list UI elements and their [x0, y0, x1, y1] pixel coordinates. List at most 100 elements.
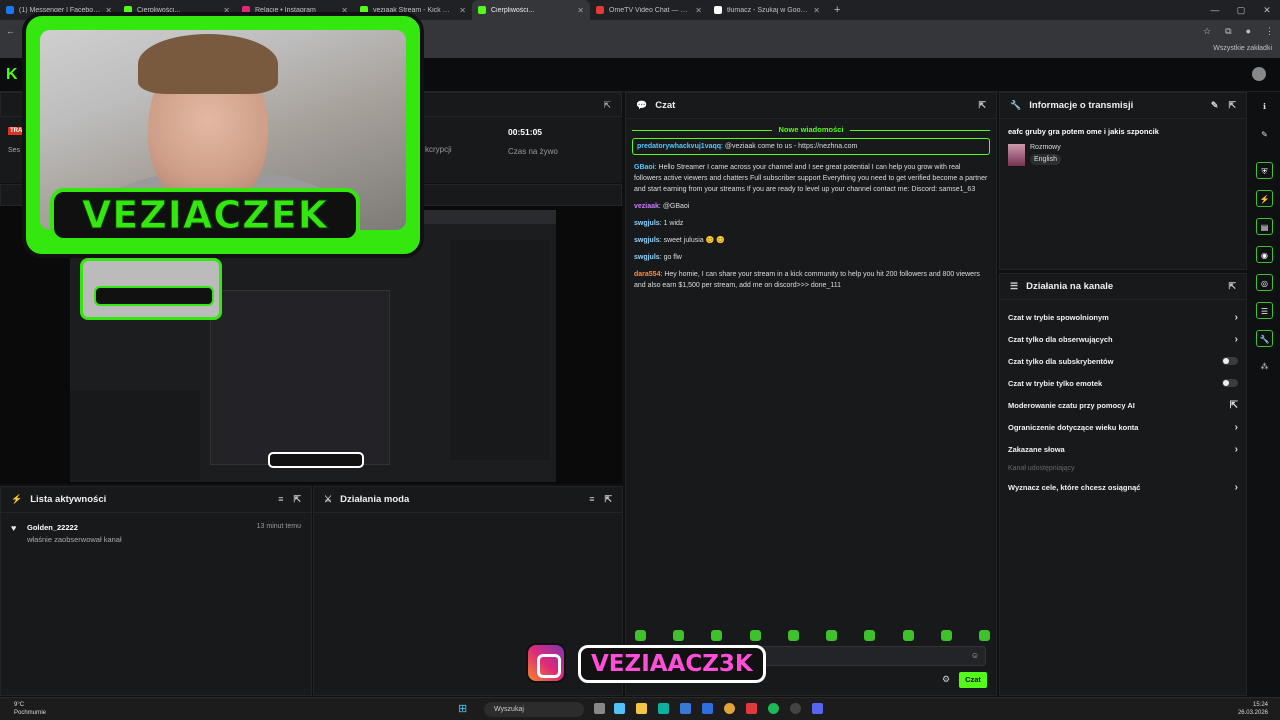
close-tab-icon[interactable]: ✕: [695, 6, 702, 15]
star-icon[interactable]: ☆: [1203, 26, 1211, 37]
extensions-icon[interactable]: ⧉: [1225, 26, 1231, 37]
close-tab-icon[interactable]: ✕: [459, 6, 466, 15]
chevron-right-icon[interactable]: ›: [1235, 444, 1238, 455]
task-view-icon[interactable]: [594, 703, 605, 714]
obs-icon[interactable]: [790, 703, 801, 714]
chat-username[interactable]: predatorywhackvuj1vaqq: [637, 143, 721, 150]
shield-icon[interactable]: ⛨: [1256, 162, 1273, 179]
channel-action-row[interactable]: Czat tylko dla subskrybentów: [1000, 350, 1246, 372]
store-icon[interactable]: [680, 703, 691, 714]
user-avatar[interactable]: [1252, 67, 1266, 81]
filter-icon[interactable]: ≡: [589, 494, 594, 505]
discord-icon[interactable]: [812, 703, 823, 714]
spotify-icon[interactable]: [768, 703, 779, 714]
chat-icon[interactable]: ◉: [1256, 246, 1273, 263]
maximize-icon[interactable]: ▢: [1228, 0, 1254, 20]
emote[interactable]: [902, 630, 914, 641]
emoji-icon[interactable]: ☺: [971, 651, 979, 660]
list-icon[interactable]: ☰: [1256, 302, 1273, 319]
info-icon[interactable]: ℹ: [1256, 98, 1273, 115]
emote[interactable]: [711, 630, 723, 641]
dots-icon[interactable]: ⁂: [1256, 358, 1273, 375]
back-icon[interactable]: ←: [6, 26, 15, 36]
minimize-icon[interactable]: —: [1202, 0, 1228, 20]
close-tab-icon[interactable]: ✕: [577, 6, 584, 15]
channel-action-row[interactable]: Czat tylko dla obserwujących ›: [1000, 328, 1246, 350]
emote[interactable]: [787, 630, 799, 641]
emote[interactable]: [864, 630, 876, 641]
chat-panel: 💬 Czat ⇱ Nowe wiadomości predatorywhackv…: [625, 92, 997, 696]
copilot-icon[interactable]: [614, 703, 625, 714]
all-bookmarks-link[interactable]: Wszystkie zakładki: [1213, 45, 1272, 52]
channel-action-row[interactable]: Czat w trybie tylko emotek: [1000, 372, 1246, 394]
profile-icon[interactable]: ●: [1246, 26, 1251, 37]
channel-action-row[interactable]: Ograniczenie dotyczące wieku konta ›: [1000, 416, 1246, 438]
chevron-right-icon[interactable]: ›: [1235, 334, 1238, 345]
chat-username[interactable]: GBaoi: [634, 164, 655, 171]
emote[interactable]: [749, 630, 761, 641]
windows-start-icon[interactable]: ⊞: [458, 703, 470, 715]
chat-text: @GBaoi: [662, 203, 690, 210]
chevron-right-icon[interactable]: ›: [1235, 482, 1238, 493]
close-tab-icon[interactable]: ✕: [813, 6, 820, 15]
activity-action: właśnie zaobserwował kanał: [27, 535, 122, 544]
channel-action-row[interactable]: Czat w trybie spowolnionym ›: [1000, 306, 1246, 328]
mail-icon[interactable]: [702, 703, 713, 714]
channel-action-row[interactable]: Zakazane słowa ›: [1000, 438, 1246, 460]
popout-icon[interactable]: ⇱: [1228, 100, 1236, 111]
chat-username[interactable]: swgjuls: [634, 237, 660, 244]
mod-actions-header: ⚔ Działania moda ≡ ⇱: [314, 487, 622, 513]
clipboard-icon[interactable]: ▤: [1256, 218, 1273, 235]
kick-logo[interactable]: K: [6, 66, 18, 84]
mod-actions-panel: ⚔ Działania moda ≡ ⇱: [313, 486, 623, 696]
channel-action-row[interactable]: Wyznacz cele, które chcesz osiągnąć ›: [1000, 476, 1246, 498]
popout-icon[interactable]: ⇱: [293, 494, 301, 505]
popout-icon[interactable]: ⇱: [1228, 281, 1236, 292]
chat-settings-icon[interactable]: ⚙: [942, 674, 950, 685]
edge-icon[interactable]: [658, 703, 669, 714]
filter-icon[interactable]: ≡: [278, 494, 283, 505]
channel-action-label: Ograniczenie dotyczące wieku konta: [1008, 422, 1139, 432]
browser-tab[interactable]: tłumacz - Szukaj w Google ✕: [708, 0, 826, 20]
taskbar-search[interactable]: Wyszukaj: [484, 702, 584, 717]
chat-message: veziaak: @GBaoi: [626, 198, 996, 215]
browser-tab[interactable]: OmeTV Video Chat — Omegle... ✕: [590, 0, 708, 20]
chat-username[interactable]: swgjuls: [634, 254, 660, 261]
chevron-right-icon[interactable]: ›: [1235, 312, 1238, 323]
stream-category: Rozmowy English: [1008, 144, 1246, 166]
external-link-icon[interactable]: ⇱: [1230, 400, 1238, 411]
emote[interactable]: [978, 630, 990, 641]
chat-username[interactable]: dara554: [634, 271, 660, 278]
chevron-right-icon[interactable]: ›: [1235, 422, 1238, 433]
browser-tab[interactable]: Cierpliwości... ✕: [472, 0, 590, 20]
emote[interactable]: [826, 630, 838, 641]
session-label: Ses: [8, 147, 21, 154]
wrench-icon[interactable]: 🔧: [1256, 330, 1273, 347]
emote[interactable]: [635, 630, 646, 641]
app-icon[interactable]: [746, 703, 757, 714]
weather-widget[interactable]: 9°C Pochmurnie: [14, 701, 46, 717]
bolt-icon[interactable]: ⚡: [1256, 190, 1273, 207]
menu-icon[interactable]: ⋮: [1265, 26, 1274, 37]
category-name[interactable]: Rozmowy: [1030, 144, 1061, 151]
toggle-switch[interactable]: [1222, 379, 1238, 387]
popout-icon[interactable]: ⇱: [603, 100, 611, 111]
broadcast-icon[interactable]: ◎: [1256, 274, 1273, 291]
toggle-switch[interactable]: [1222, 357, 1238, 365]
chat-send-button[interactable]: Czat: [959, 672, 987, 688]
taskbar-clock[interactable]: 15:24 26.03.2026: [1238, 701, 1268, 717]
chrome-icon[interactable]: [724, 703, 735, 714]
new-tab-button[interactable]: +: [826, 4, 848, 16]
popout-icon[interactable]: ⇱: [978, 100, 986, 111]
file-explorer-icon[interactable]: [636, 703, 647, 714]
edit-icon[interactable]: ✎: [1211, 100, 1219, 111]
chat-username[interactable]: swgjuls: [634, 220, 660, 227]
popout-icon[interactable]: ⇱: [604, 494, 612, 505]
category-thumbnail[interactable]: [1008, 144, 1025, 166]
chat-username[interactable]: veziaak: [634, 203, 659, 210]
emote[interactable]: [673, 630, 685, 641]
close-window-icon[interactable]: ✕: [1254, 0, 1280, 20]
edit-icon[interactable]: ✎: [1256, 126, 1273, 143]
channel-action-row[interactable]: Moderowanie czatu przy pomocy AI ⇱: [1000, 394, 1246, 416]
emote[interactable]: [940, 630, 952, 641]
